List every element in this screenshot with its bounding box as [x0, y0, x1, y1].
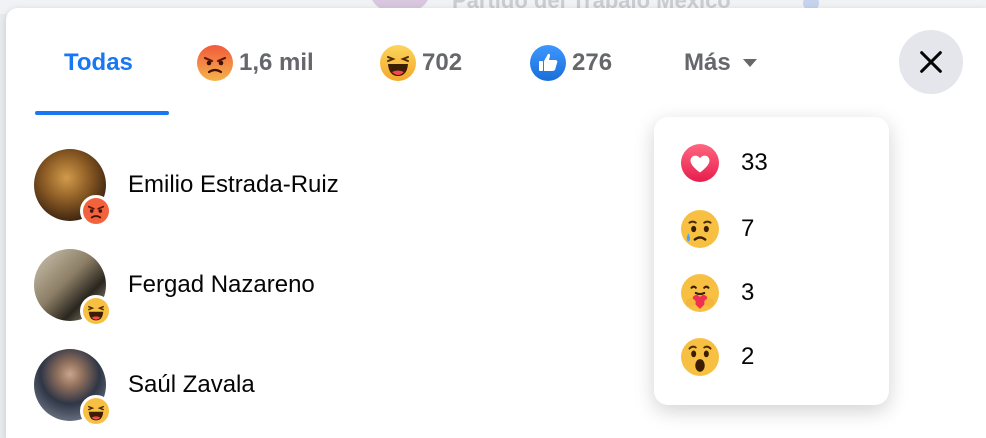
person-name[interactable]: Fergad Nazareno	[128, 271, 315, 299]
haha-emoji-icon	[80, 295, 112, 327]
list-item[interactable]: Saúl Zavala	[34, 345, 255, 427]
angry-emoji-icon	[80, 195, 112, 227]
more-reactions-menu: 33 7 3 2	[654, 117, 889, 405]
close-button[interactable]	[899, 30, 963, 94]
person-name[interactable]: Emilio Estrada-Ruiz	[128, 171, 339, 199]
sad-emoji-icon	[681, 210, 719, 248]
love-heart-icon	[681, 144, 719, 182]
like-icon	[530, 45, 566, 81]
person-name[interactable]: Saúl Zavala	[128, 371, 255, 399]
reaction-tabs: Todas 1,6 mil 702 276 Más	[6, 8, 986, 116]
avatar[interactable]	[34, 349, 112, 427]
haha-emoji-icon	[80, 395, 112, 427]
tab-all-label: Todas	[64, 49, 133, 76]
care-count: 3	[741, 279, 755, 306]
tab-angry[interactable]: 1,6 mil	[197, 38, 314, 88]
list-item[interactable]: Emilio Estrada-Ruiz	[34, 145, 339, 227]
menu-item-care[interactable]: 3	[681, 273, 754, 313]
caret-down-icon	[742, 59, 757, 67]
tab-all[interactable]: Todas	[64, 38, 133, 88]
wow-count: 2	[741, 343, 755, 370]
tab-like[interactable]: 276	[530, 38, 612, 88]
menu-item-wow[interactable]: 2	[681, 337, 754, 377]
love-count: 33	[741, 149, 768, 176]
tab-haha-count: 702	[422, 49, 463, 76]
tab-more[interactable]: Más	[684, 38, 757, 88]
tab-angry-count: 1,6 mil	[239, 49, 314, 76]
menu-item-sad[interactable]: 7	[681, 209, 754, 249]
tab-haha[interactable]: 702	[380, 38, 462, 88]
avatar[interactable]	[34, 249, 112, 327]
avatar[interactable]	[34, 149, 112, 227]
tab-more-label: Más	[684, 49, 731, 76]
menu-item-love[interactable]: 33	[681, 143, 768, 183]
active-tab-indicator	[35, 111, 169, 115]
close-icon	[920, 51, 942, 73]
wow-emoji-icon	[681, 338, 719, 376]
haha-emoji-icon	[380, 45, 416, 81]
angry-emoji-icon	[197, 45, 233, 81]
care-emoji-icon	[681, 274, 719, 312]
list-item[interactable]: Fergad Nazareno	[34, 245, 315, 327]
tab-like-count: 276	[572, 49, 613, 76]
sad-count: 7	[741, 215, 755, 242]
